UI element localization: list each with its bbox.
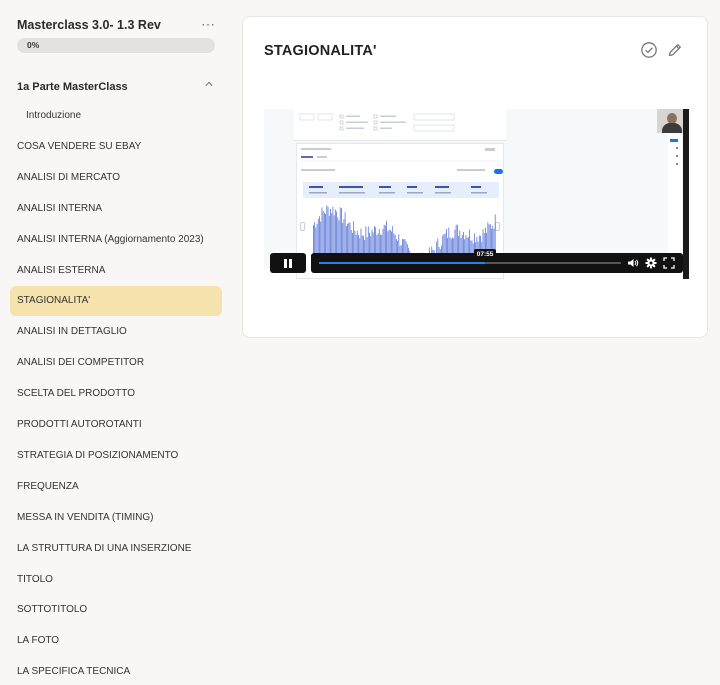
more-options-icon[interactable]: ⋯: [201, 16, 216, 33]
video-seek-progress: [319, 262, 486, 264]
lesson-item[interactable]: LA FOTO: [10, 626, 222, 656]
video-edge: [683, 109, 689, 279]
video-frame-form: [294, 109, 506, 141]
video-frame-side-panel: [668, 135, 682, 269]
course-title: Masterclass 3.0- 1.3 Rev: [17, 18, 161, 32]
lesson-item[interactable]: PRODOTTI AUTOROTANTI: [10, 410, 222, 440]
section-title: 1a Parte MasterClass: [17, 81, 128, 93]
section-header[interactable]: 1a Parte MasterClass: [17, 77, 215, 95]
stats-row-illustration: [303, 182, 499, 198]
check-circle-icon[interactable]: [640, 41, 658, 59]
lesson-item[interactable]: STRATEGIA DI POSIZIONAMENTO: [10, 441, 222, 471]
pause-icon: [289, 259, 292, 268]
lesson-item[interactable]: LA STRUTTURA DI UNA INSERZIONE: [10, 534, 222, 564]
fullscreen-icon[interactable]: [663, 257, 675, 269]
lesson-item[interactable]: ANALISI INTERNA: [10, 194, 222, 224]
analytics-header-illustration: [301, 148, 501, 171]
lesson-item[interactable]: TITOLO: [10, 565, 222, 595]
lesson-item[interactable]: ANALISI INTERNA (Aggiornamento 2023): [10, 225, 222, 255]
pause-icon: [284, 259, 287, 268]
stats-row-svg: [309, 186, 487, 194]
video-control-bar: 07:55: [311, 249, 683, 273]
course-progress-bar: 0%: [17, 38, 215, 53]
lesson-item[interactable]: COSA VENDERE SU EBAY: [10, 132, 222, 162]
webcam-body-illustration: [662, 123, 682, 133]
lesson-item[interactable]: MESSA IN VENDITA (TIMING): [10, 503, 222, 533]
toggle-illustration: [494, 169, 503, 174]
pencil-icon[interactable]: [666, 41, 684, 59]
video-player[interactable]: 07:55: [264, 109, 689, 279]
lesson-item[interactable]: ANALISI ESTERNA: [10, 256, 222, 286]
lesson-item[interactable]: SCELTA DEL PRODOTTO: [10, 379, 222, 409]
video-controls: 07:55: [270, 249, 683, 273]
lesson-item[interactable]: LA SPECIFICA TECNICA: [10, 657, 222, 685]
volume-icon[interactable]: [627, 257, 639, 269]
lesson-item[interactable]: ANALISI IN DETTAGLIO: [10, 317, 222, 347]
course-progress-label: 0%: [27, 40, 40, 50]
settings-icon[interactable]: [645, 257, 657, 269]
lesson-item[interactable]: STAGIONALITA': [10, 286, 222, 317]
form-illustration: [299, 113, 455, 132]
video-frame: [264, 109, 687, 279]
lesson-title: STAGIONALITA': [264, 43, 377, 59]
lesson-card: STAGIONALITA' 07:55: [242, 16, 708, 338]
chevron-up-icon[interactable]: [205, 80, 213, 88]
course-sidebar: Masterclass 3.0- 1.3 Rev ⋯ 0% 1a Parte M…: [0, 0, 232, 685]
side-panel-illustration: [670, 139, 678, 165]
lesson-item[interactable]: ANALISI DEI COMPETITOR: [10, 348, 222, 378]
pause-button[interactable]: [270, 253, 306, 273]
lesson-item[interactable]: Introduzione: [10, 101, 222, 131]
lesson-item[interactable]: FREQUENZA: [10, 472, 222, 502]
lesson-item[interactable]: SOTTOTITOLO: [10, 595, 222, 625]
video-seek-bar[interactable]: 07:55: [319, 249, 621, 264]
lesson-item[interactable]: ANALISI DI MERCATO: [10, 163, 222, 193]
video-time-tooltip: 07:55: [474, 249, 497, 260]
